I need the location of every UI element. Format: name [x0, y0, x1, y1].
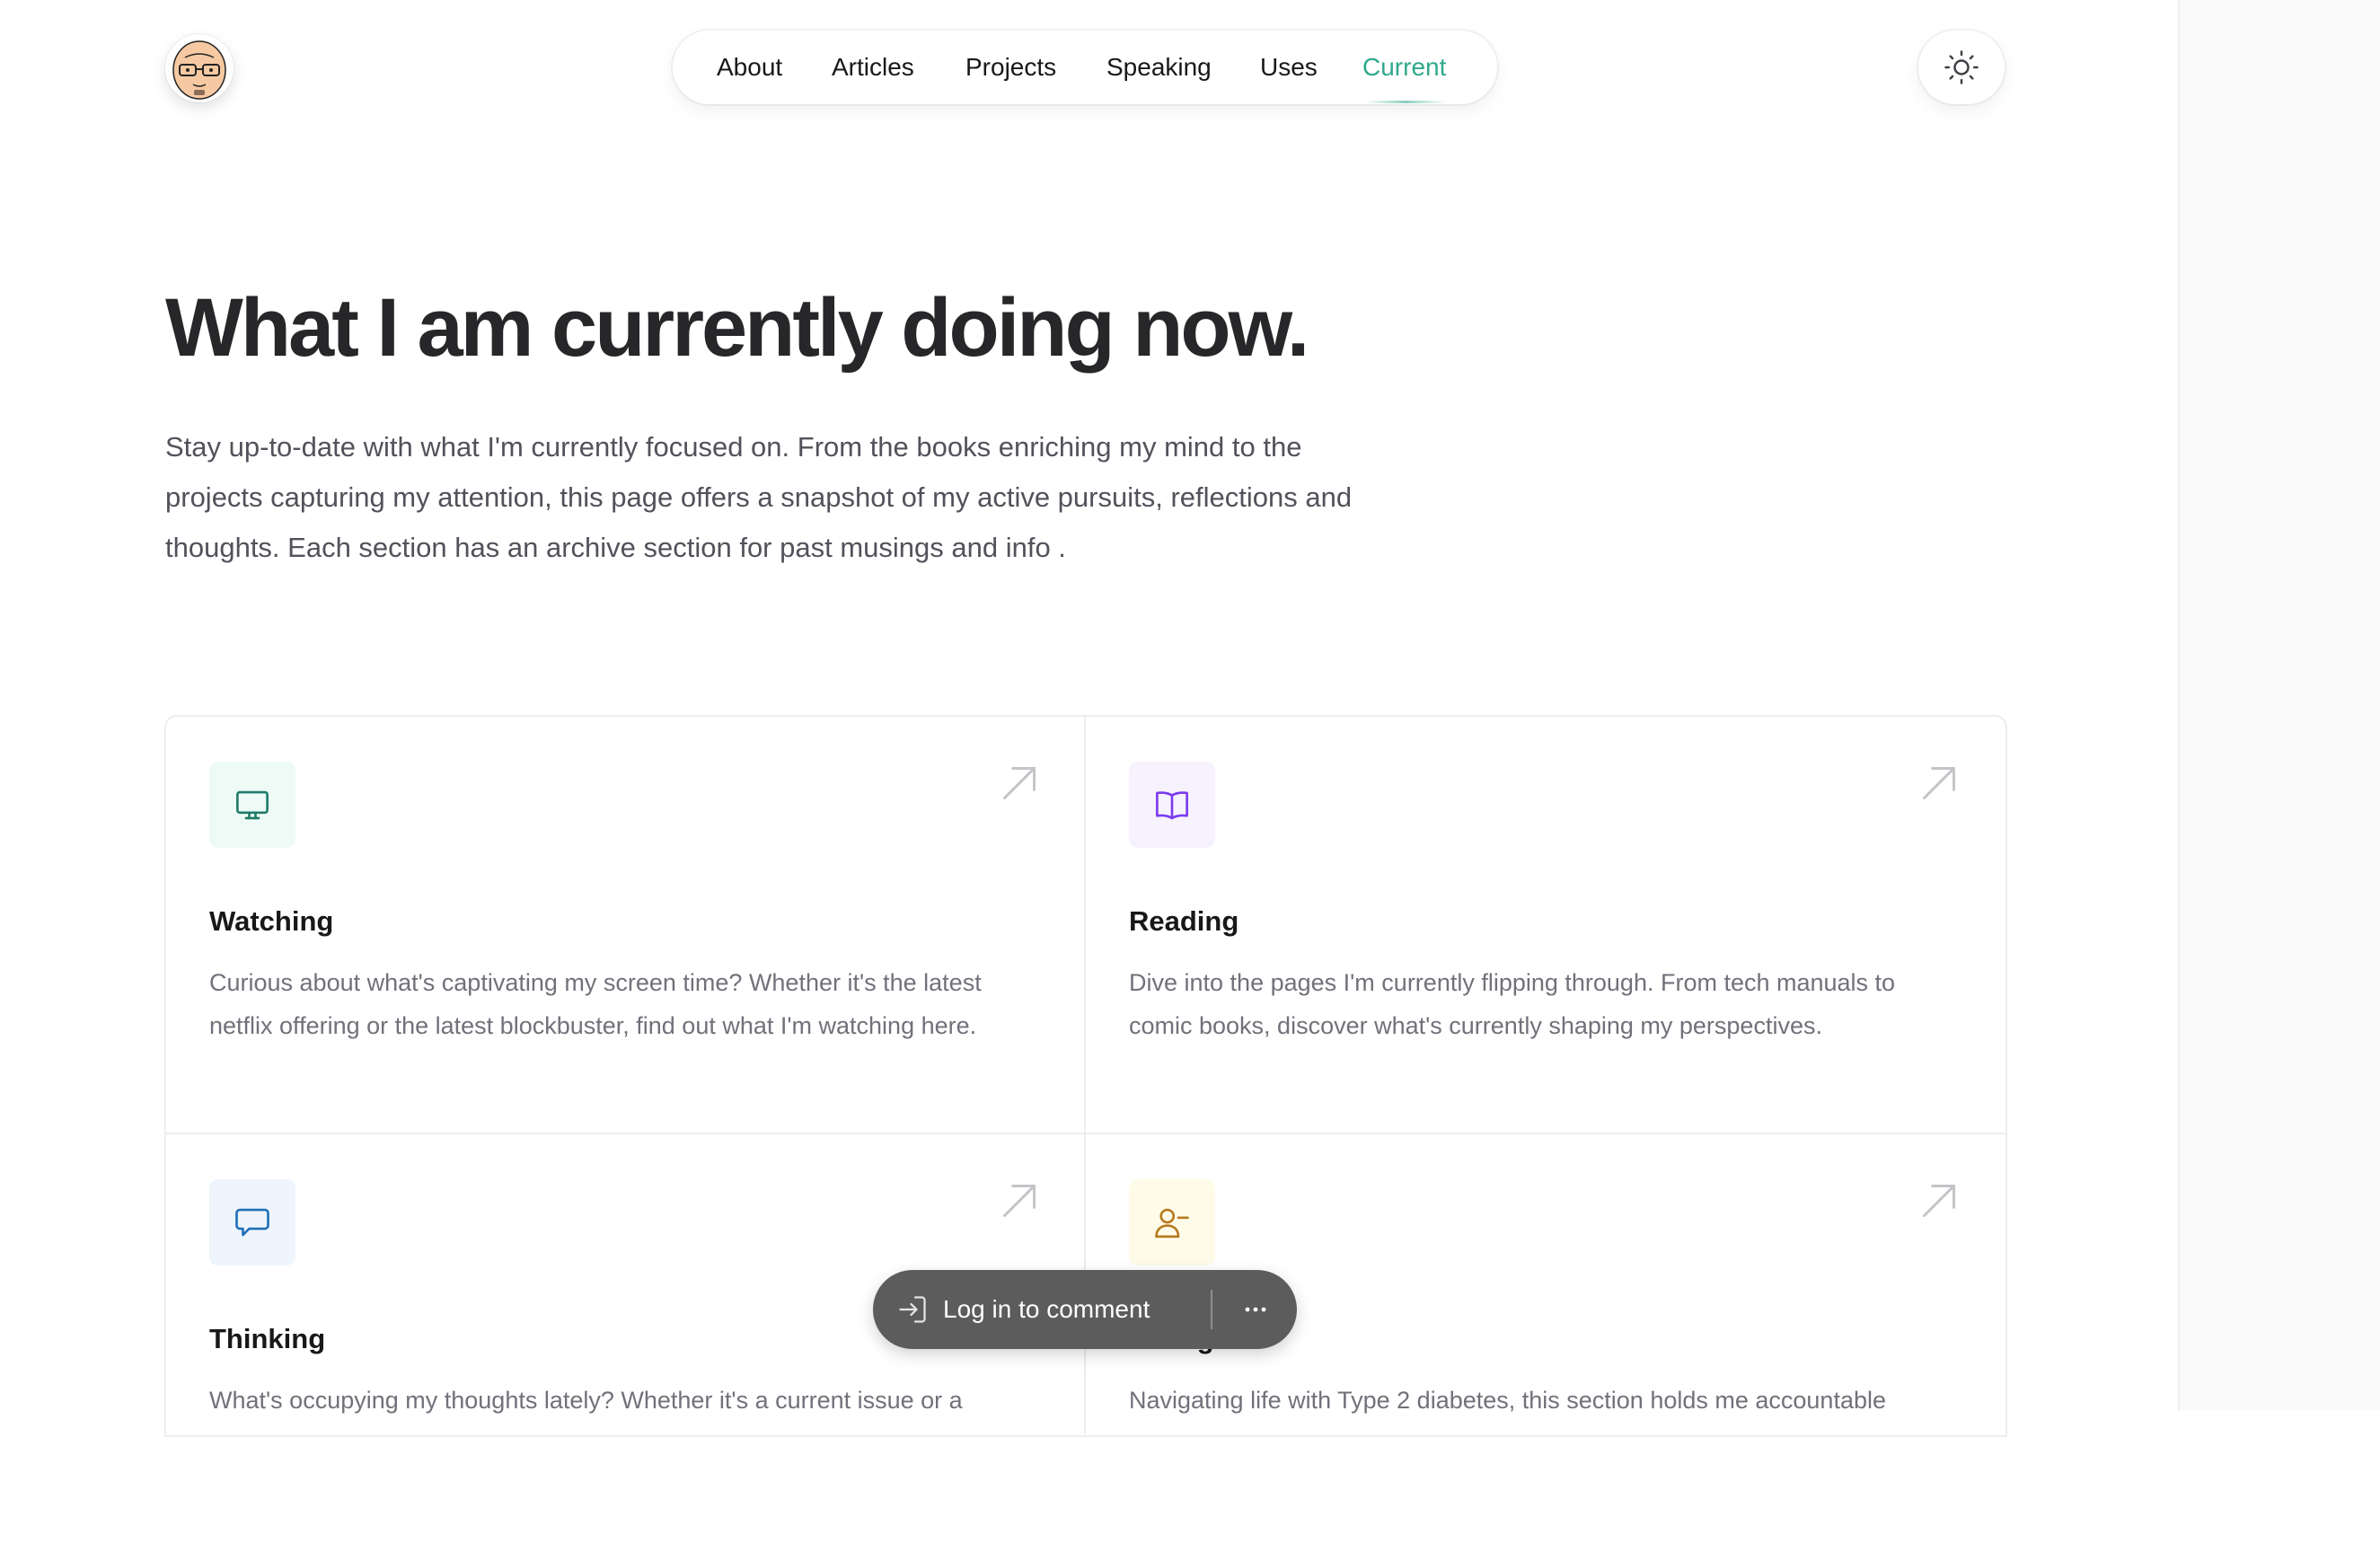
card-icon-box [1129, 762, 1215, 848]
card-icon-box [209, 762, 295, 848]
sun-icon [1944, 50, 1979, 84]
monitor-icon [236, 790, 269, 820]
page-intro: Stay up-to-date with what I'm currently … [165, 431, 1353, 563]
arrow-up-right-icon [1003, 1185, 1036, 1217]
page-gutter [2178, 0, 2380, 1410]
arrow-up-right-icon [1923, 767, 1955, 799]
theme-toggle-button[interactable] [1918, 31, 2005, 104]
arrow-up-right-icon [1923, 1185, 1955, 1217]
card-title: Thinking [209, 1323, 326, 1354]
card-title: Watching [209, 905, 334, 937]
arrow-up-right-icon [1003, 767, 1036, 799]
toolbar-separator [1211, 1290, 1212, 1329]
card-description: What's occupying my thoughts lately? Whe… [209, 1387, 963, 1414]
login-to-comment-button[interactable]: Log in to comment [943, 1270, 1150, 1349]
nav-item-current[interactable]: Current [1362, 31, 1446, 104]
book-open-icon [1156, 791, 1188, 820]
card-description: Dive into the pages I'm currently flippi… [1129, 969, 1896, 1039]
nav-item-about[interactable]: About [717, 31, 782, 104]
nav-item-speaking[interactable]: Speaking [1106, 31, 1212, 104]
card-reading[interactable]: Reading Dive into the pages I'm currentl… [1086, 717, 2005, 1134]
speech-bubble-icon [235, 1208, 269, 1237]
avatar-face-icon [165, 34, 234, 102]
card-description: Navigating life with Type 2 diabetes, th… [1129, 1387, 1886, 1414]
main-nav: About Articles Projects Speaking Uses Cu… [673, 31, 1497, 104]
card-icon-box [209, 1179, 295, 1265]
nav-item-uses[interactable]: Uses [1260, 31, 1318, 104]
card-watching[interactable]: Watching Curious about what's captivatin… [166, 717, 1086, 1134]
card-title: Reading [1129, 905, 1239, 937]
comment-toolbar: Log in to comment [873, 1270, 1297, 1349]
user-minus-icon [1155, 1208, 1189, 1239]
nav-active-indicator [1365, 101, 1446, 103]
card-description: Curious about what's captivating my scre… [209, 969, 982, 1039]
login-icon[interactable] [896, 1293, 929, 1326]
card-icon-box [1129, 1179, 1215, 1265]
avatar[interactable] [165, 34, 234, 102]
nav-item-articles[interactable]: Articles [832, 31, 914, 104]
nav-item-projects[interactable]: Projects [965, 31, 1056, 104]
page-title: What I am currently doing now. [165, 282, 1309, 374]
more-horizontal-icon[interactable] [1239, 1293, 1272, 1326]
